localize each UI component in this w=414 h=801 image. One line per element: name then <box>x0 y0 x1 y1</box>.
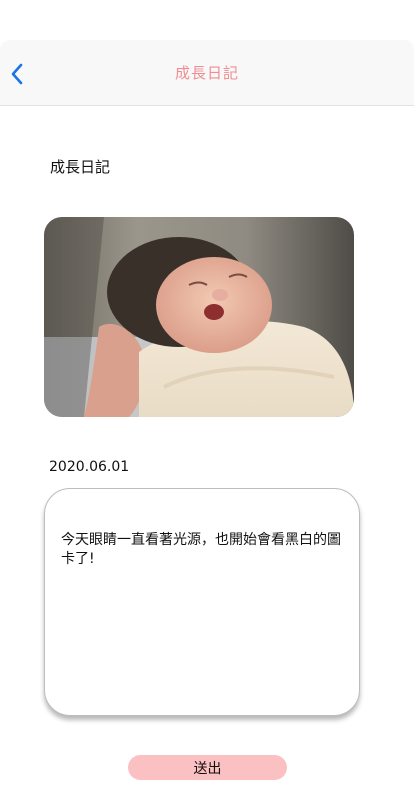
submit-button[interactable]: 送出 <box>128 755 287 780</box>
diary-entry-box[interactable]: 今天眼睛一直看著光源，也開始會看黑白的圖卡了! <box>44 488 360 716</box>
newborn-baby-image <box>44 217 354 417</box>
diary-entry-text: 今天眼睛一直看著光源，也開始會看黑白的圖卡了! <box>61 532 341 567</box>
baby-photo <box>44 217 354 417</box>
navigation-bar: 成長日記 <box>0 40 414 106</box>
section-title: 成長日記 <box>50 158 111 176</box>
diary-date: 2020.06.01 <box>49 459 130 475</box>
page-title: 成長日記 <box>174 64 239 82</box>
